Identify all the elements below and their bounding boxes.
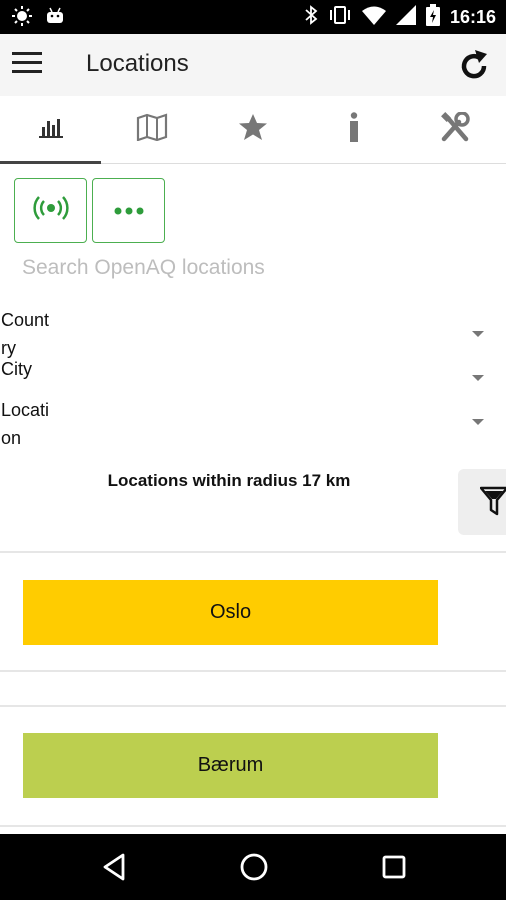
wifi-icon [361, 5, 386, 30]
tab-bar [0, 96, 506, 164]
location-card-oslo[interactable]: Oslo [23, 580, 438, 645]
tab-statistics[interactable] [0, 96, 102, 164]
city-dropdown-label: City [1, 359, 32, 379]
country-dropdown[interactable]: Country [0, 306, 506, 362]
locate-nearby-button[interactable] [14, 178, 87, 243]
divider [0, 551, 506, 553]
dropdown-arrow-icon [472, 375, 484, 381]
status-bar: 16:16 [0, 0, 506, 34]
bluetooth-icon [304, 4, 318, 30]
location-card-label: Oslo [209, 601, 252, 623]
location-dropdown-label: Location [1, 400, 50, 448]
tab-settings[interactable] [405, 96, 506, 163]
app-root: 16:16 Locations Search OpenAQ locations … [0, 0, 506, 900]
info-icon [347, 112, 361, 147]
tab-info[interactable] [304, 96, 405, 163]
refresh-icon[interactable] [456, 48, 492, 84]
tools-icon [439, 111, 471, 147]
location-card-label: Bærum [197, 754, 264, 776]
map-icon [136, 113, 168, 146]
search-input[interactable] [22, 252, 482, 284]
dropdown-arrow-icon [472, 419, 484, 425]
vibrate-icon [328, 5, 352, 30]
bar-chart-icon [38, 116, 64, 143]
android-icon [46, 7, 64, 30]
star-icon [238, 113, 268, 146]
system-nav-bar [0, 834, 506, 900]
gps-signal-icon [32, 196, 69, 225]
tab-map[interactable] [101, 96, 202, 163]
signal-icon [395, 4, 416, 30]
filter-button[interactable] [458, 469, 506, 535]
divider [0, 825, 506, 827]
hamburger-menu-icon[interactable] [12, 52, 44, 78]
brightness-icon [12, 6, 32, 31]
dropdown-arrow-icon [472, 331, 484, 337]
tab-favorites[interactable] [202, 96, 303, 163]
filter-funnel-icon [480, 486, 506, 516]
city-dropdown[interactable]: City [0, 355, 506, 391]
location-dropdown[interactable]: Location [0, 396, 506, 452]
battery-icon [425, 3, 440, 31]
home-icon[interactable] [234, 849, 274, 885]
app-toolbar: Locations [0, 34, 506, 96]
back-icon[interactable] [94, 849, 134, 885]
page-title: Locations [86, 50, 189, 77]
more-options-button[interactable] [92, 178, 165, 243]
radius-label: Locations within radius 17 km [107, 471, 351, 490]
country-dropdown-label: Country [1, 310, 50, 358]
location-card-baerum[interactable]: Bærum [23, 733, 438, 798]
clock-time: 16:16 [449, 6, 496, 27]
divider [0, 670, 506, 672]
recents-icon[interactable] [374, 849, 414, 885]
more-dots-icon [114, 202, 144, 220]
divider [0, 705, 506, 707]
